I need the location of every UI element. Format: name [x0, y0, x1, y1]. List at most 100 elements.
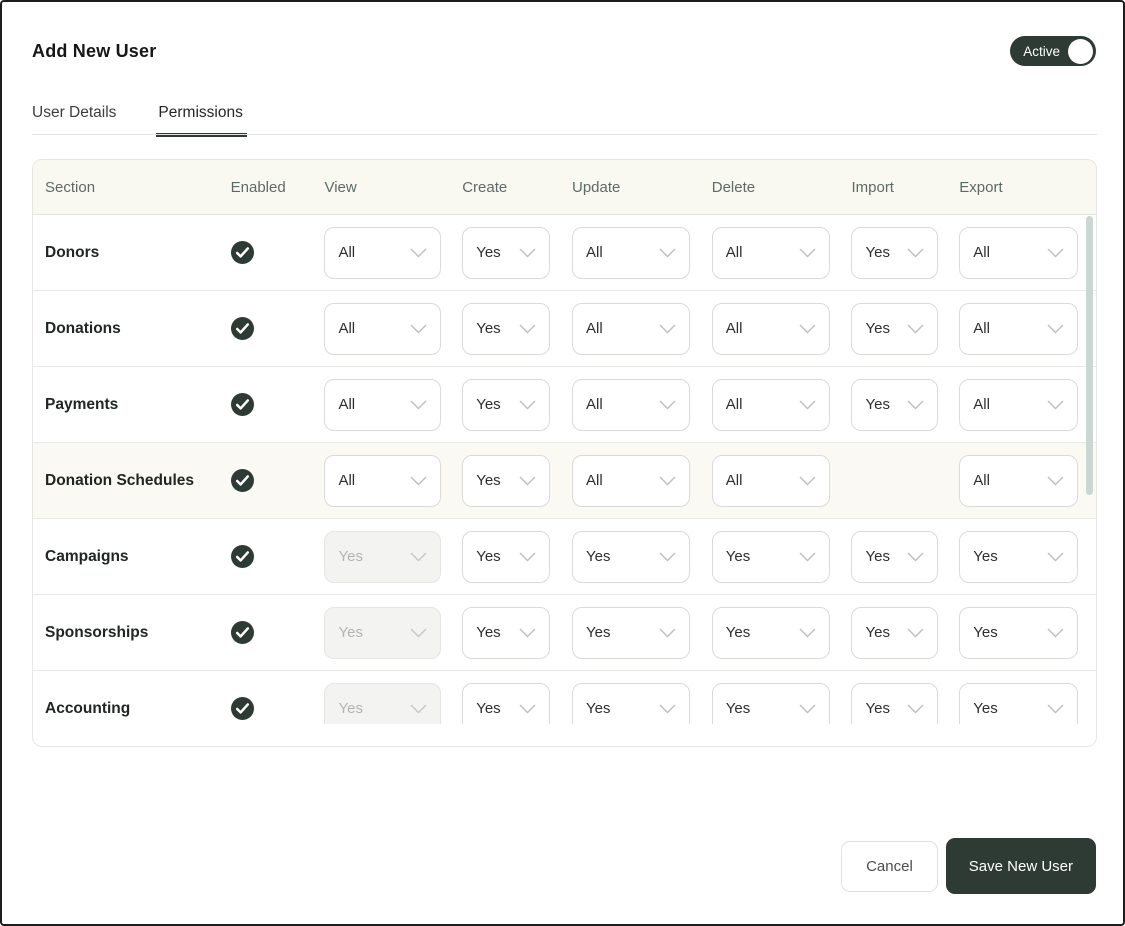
dropdown-value: Yes — [973, 700, 998, 717]
table-scrollbar[interactable] — [1086, 216, 1093, 724]
create-dropdown[interactable]: Yes — [462, 226, 551, 279]
update-dropdown[interactable]: Yes — [572, 606, 690, 659]
chevron-down-icon — [659, 628, 676, 638]
create-dropdown[interactable]: Yes — [462, 378, 551, 431]
import-dropdown[interactable]: Yes — [851, 682, 939, 724]
chevron-down-icon — [907, 400, 924, 410]
export-dropdown[interactable]: All — [959, 226, 1079, 279]
check-circle-icon[interactable] — [230, 393, 254, 416]
dropdown-value: Yes — [586, 700, 611, 717]
dropdown-value: All — [586, 396, 603, 413]
check-circle-icon[interactable] — [230, 545, 254, 568]
view-dropdown[interactable]: All — [324, 226, 442, 279]
active-toggle[interactable]: Active — [1010, 36, 1096, 66]
view-dropdown[interactable]: All — [324, 302, 442, 355]
create-dropdown[interactable]: Yes — [462, 682, 551, 724]
dropdown-value: Yes — [476, 244, 501, 261]
column-header-section: Section — [45, 178, 96, 196]
chevron-down-icon — [799, 552, 816, 562]
dropdown-value: Yes — [476, 548, 501, 565]
dropdown-value: Yes — [586, 624, 611, 641]
chevron-down-icon — [659, 476, 676, 486]
column-header-create: Create — [462, 178, 508, 196]
update-dropdown[interactable]: Yes — [572, 530, 690, 583]
check-circle-icon[interactable] — [230, 317, 254, 340]
chevron-down-icon — [907, 704, 924, 714]
create-dropdown[interactable]: Yes — [462, 530, 551, 583]
tab-permissions[interactable]: Permissions — [156, 104, 247, 137]
tab-user-details-label: User Details — [32, 104, 117, 121]
chevron-down-icon — [907, 248, 924, 258]
active-toggle-label: Active — [1023, 43, 1060, 59]
import-dropdown[interactable]: Yes — [851, 378, 939, 431]
save-new-user-button[interactable]: Save New User — [945, 838, 1096, 894]
chevron-down-icon — [1047, 704, 1064, 714]
import-dropdown[interactable]: Yes — [851, 606, 939, 659]
delete-dropdown[interactable]: All — [711, 454, 830, 507]
tab-permissions-label: Permissions — [158, 104, 243, 121]
chevron-down-icon — [659, 552, 676, 562]
chevron-down-icon — [410, 704, 427, 714]
export-dropdown[interactable]: Yes — [959, 530, 1079, 583]
chevron-down-icon — [410, 400, 427, 410]
import-dropdown[interactable]: Yes — [851, 302, 939, 355]
tab-bar: User Details Permissions — [32, 104, 247, 137]
tabs-divider — [32, 134, 1097, 135]
chevron-down-icon — [799, 476, 816, 486]
create-dropdown[interactable]: Yes — [462, 302, 551, 355]
dialog-footer: Cancel Save New User — [841, 838, 1096, 894]
delete-dropdown[interactable]: All — [711, 302, 830, 355]
import-dropdown[interactable]: Yes — [851, 226, 939, 279]
tab-user-details[interactable]: User Details — [32, 104, 116, 136]
view-dropdown: Yes — [324, 530, 442, 583]
update-dropdown[interactable]: All — [572, 454, 690, 507]
export-dropdown[interactable]: All — [959, 454, 1079, 507]
create-dropdown[interactable]: Yes — [462, 606, 551, 659]
dropdown-value: Yes — [476, 320, 501, 337]
update-dropdown[interactable]: Yes — [572, 682, 690, 724]
cancel-button[interactable]: Cancel — [841, 840, 938, 892]
create-dropdown[interactable]: Yes — [462, 454, 551, 507]
check-circle-icon[interactable] — [230, 241, 254, 264]
chevron-down-icon — [907, 628, 924, 638]
delete-dropdown[interactable]: Yes — [711, 530, 830, 583]
chevron-down-icon — [907, 324, 924, 334]
chevron-down-icon — [659, 400, 676, 410]
update-dropdown[interactable]: All — [572, 378, 690, 431]
view-dropdown[interactable]: All — [324, 378, 442, 431]
export-dropdown[interactable]: All — [959, 378, 1079, 431]
section-label: Payments — [45, 395, 119, 413]
dropdown-value: Yes — [865, 244, 890, 261]
update-dropdown[interactable]: All — [572, 302, 690, 355]
table-row-donors: Donors All Yes All All Yes All — [33, 215, 1096, 291]
import-dropdown[interactable]: Yes — [851, 530, 939, 583]
delete-dropdown[interactable]: All — [711, 226, 830, 279]
column-header-update: Update — [572, 178, 621, 196]
chevron-down-icon — [659, 704, 676, 714]
check-circle-icon[interactable] — [230, 621, 254, 644]
section-label: Campaigns — [45, 547, 129, 565]
scrollbar-thumb[interactable] — [1086, 216, 1093, 495]
chevron-down-icon — [1047, 400, 1064, 410]
export-dropdown[interactable]: Yes — [959, 682, 1079, 724]
export-dropdown[interactable]: Yes — [959, 606, 1079, 659]
export-dropdown[interactable]: All — [959, 302, 1079, 355]
dropdown-value: All — [586, 244, 603, 261]
chevron-down-icon — [519, 324, 536, 334]
chevron-down-icon — [410, 552, 427, 562]
table-row-campaigns: Campaigns Yes Yes Yes Yes Yes Yes — [33, 519, 1096, 595]
chevron-down-icon — [410, 248, 427, 258]
section-label: Sponsorships — [45, 623, 149, 641]
check-circle-icon[interactable] — [230, 469, 254, 492]
update-dropdown[interactable]: All — [572, 226, 690, 279]
section-label: Accounting — [45, 699, 131, 717]
delete-dropdown[interactable]: Yes — [711, 606, 830, 659]
table-body: Donors All Yes All All Yes All Donations All Yes A… — [33, 215, 1096, 724]
delete-dropdown[interactable]: All — [711, 378, 830, 431]
view-dropdown: Yes — [324, 682, 442, 724]
check-circle-icon[interactable] — [230, 697, 254, 720]
dropdown-value: Yes — [338, 548, 363, 565]
delete-dropdown[interactable]: Yes — [711, 682, 830, 724]
dropdown-value: Yes — [476, 396, 501, 413]
view-dropdown[interactable]: All — [324, 454, 442, 507]
